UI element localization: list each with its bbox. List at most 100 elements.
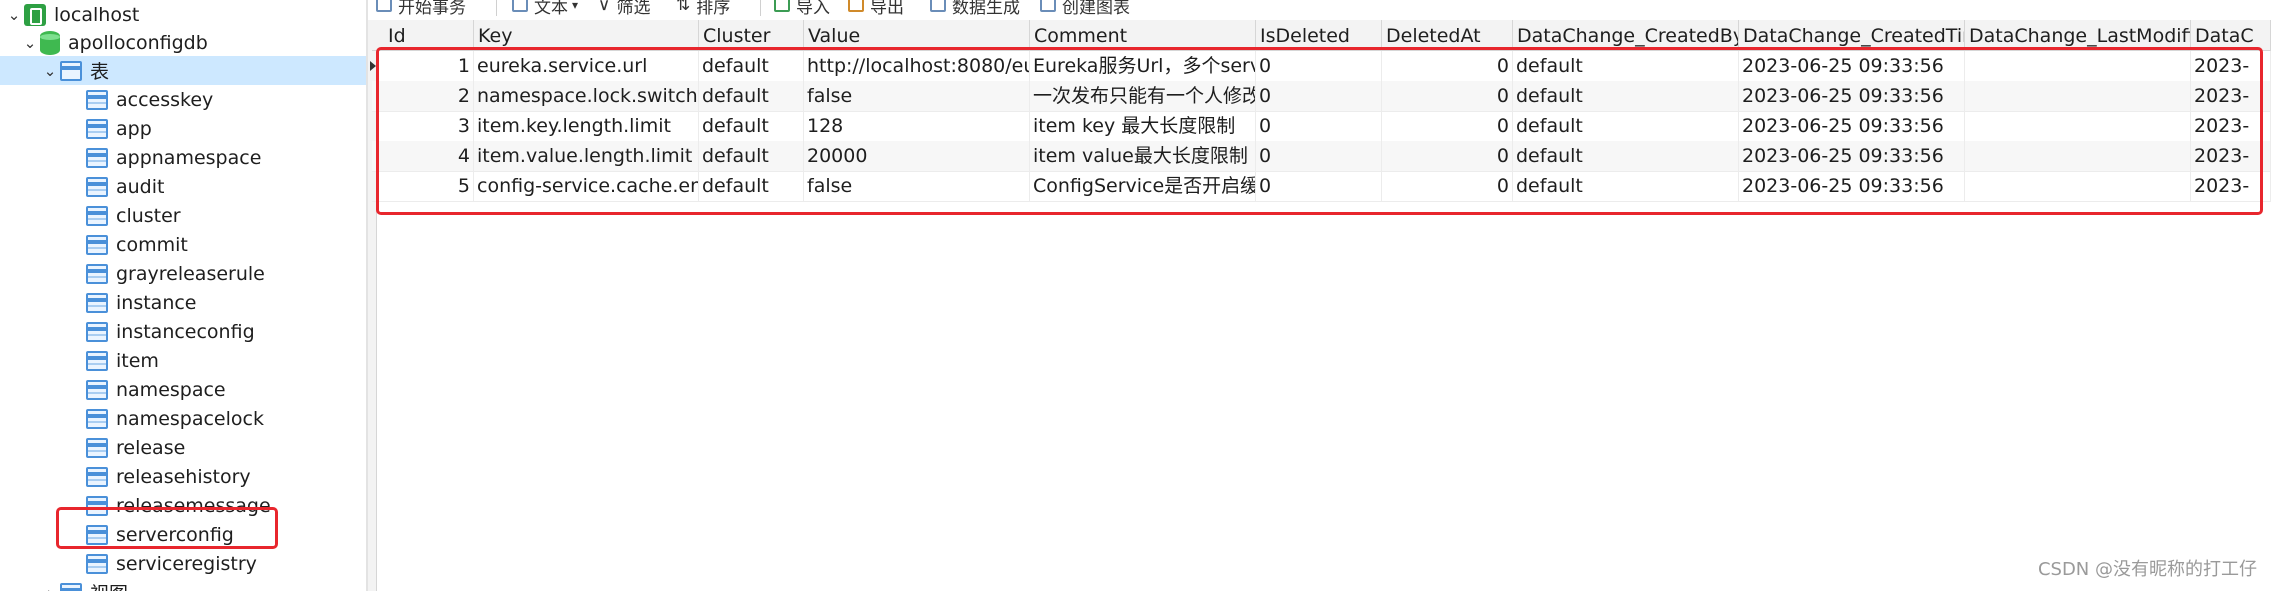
table-row[interactable]: 1 eureka.service.url default http://loca…	[370, 51, 2271, 82]
chevron-right-icon[interactable]: ›	[40, 584, 60, 591]
cell-isdeleted[interactable]: 0	[1256, 171, 1382, 201]
table-row[interactable]: 2 namespace.lock.switch default false 一次…	[372, 81, 2271, 112]
cell-createdby[interactable]: default	[1513, 141, 1739, 171]
chevron-down-icon[interactable]: ⌄	[40, 62, 60, 80]
column-header-comment[interactable]: Comment	[1030, 20, 1256, 50]
cell-createdby[interactable]: default	[1513, 111, 1739, 141]
cell-lastmodifiedby[interactable]	[1965, 171, 2191, 201]
tree-table-item[interactable]: appnamespace	[0, 143, 366, 172]
create-chart-button[interactable]: 创建图表	[1040, 0, 1130, 18]
cell-key[interactable]: config-service.cache.enabled	[474, 171, 699, 201]
tree-table-item[interactable]: instanceconfig	[0, 317, 366, 346]
cell-lasttime[interactable]: 2023-	[2191, 51, 2271, 81]
cell-createdtime[interactable]: 2023-06-25 09:33:56	[1739, 171, 1965, 201]
tree-table-item[interactable]: namespacelock	[0, 404, 366, 433]
column-header-datachange-lastmodifiedby[interactable]: DataChange_LastModifiedBy	[1965, 20, 2191, 50]
column-header-key[interactable]: Key	[474, 20, 699, 50]
column-header-cluster[interactable]: Cluster	[699, 20, 804, 50]
cell-createdtime[interactable]: 2023-06-25 09:33:56	[1739, 51, 1965, 81]
tree-views-folder[interactable]: › 视图	[0, 578, 366, 591]
table-row[interactable]: 3 item.key.length.limit default 128 item…	[372, 111, 2271, 142]
cell-key[interactable]: eureka.service.url	[474, 51, 699, 81]
tree-tables-folder[interactable]: ⌄ 表	[0, 56, 366, 85]
column-header-datachange-createdtime[interactable]: DataChange_CreatedTime	[1739, 20, 1965, 50]
tree-table-serverconfig[interactable]: serverconfig	[0, 520, 366, 549]
cell-lasttime[interactable]: 2023-	[2191, 81, 2271, 111]
tree-connection-localhost[interactable]: ⌄ localhost	[0, 0, 366, 29]
cell-isdeleted[interactable]: 0	[1256, 111, 1382, 141]
cell-key[interactable]: item.value.length.limit	[474, 141, 699, 171]
cell-deletedat[interactable]: 0	[1382, 141, 1513, 171]
cell-createdby[interactable]: default	[1513, 171, 1739, 201]
cell-id[interactable]: 1	[372, 51, 474, 81]
column-header-deletedat[interactable]: DeletedAt	[1382, 20, 1513, 50]
cell-comment[interactable]: item value最大长度限制	[1030, 141, 1256, 171]
tree-database-apolloconfigdb[interactable]: ⌄ apolloconfigdb	[0, 28, 366, 57]
cell-lasttime[interactable]: 2023-	[2191, 171, 2271, 201]
tree-table-item[interactable]: item	[0, 346, 366, 375]
cell-createdby[interactable]: default	[1513, 81, 1739, 111]
chevron-down-icon[interactable]: ⌄	[4, 6, 24, 24]
cell-id[interactable]: 3	[372, 111, 474, 141]
tree-table-item[interactable]: namespace	[0, 375, 366, 404]
begin-transaction-button[interactable]: 开始事务	[376, 0, 466, 18]
cell-comment[interactable]: item key 最大长度限制	[1030, 111, 1256, 141]
cell-id[interactable]: 5	[372, 171, 474, 201]
tree-table-item[interactable]: serviceregistry	[0, 549, 366, 578]
tree-table-item[interactable]: cluster	[0, 201, 366, 230]
cell-id[interactable]: 2	[372, 81, 474, 111]
chevron-down-icon[interactable]: ⌄	[20, 34, 40, 52]
tree-table-item[interactable]: releasehistory	[0, 462, 366, 491]
cell-createdtime[interactable]: 2023-06-25 09:33:56	[1739, 141, 1965, 171]
tree-table-item[interactable]: instance	[0, 288, 366, 317]
cell-id[interactable]: 4	[372, 141, 474, 171]
cell-cluster[interactable]: default	[699, 111, 804, 141]
cell-comment[interactable]: Eureka服务Url，多个service以英文逗号分隔	[1030, 51, 1256, 81]
cell-lasttime[interactable]: 2023-	[2191, 141, 2271, 171]
cell-createdtime[interactable]: 2023-06-25 09:33:56	[1739, 111, 1965, 141]
tree-table-item[interactable]: release	[0, 433, 366, 462]
column-header-value[interactable]: Value	[804, 20, 1030, 50]
cell-deletedat[interactable]: 0	[1382, 51, 1513, 81]
cell-isdeleted[interactable]: 0	[1256, 81, 1382, 111]
data-generation-button[interactable]: 数据生成	[930, 0, 1020, 18]
table-row[interactable]: 4 item.value.length.limit default 20000 …	[372, 141, 2271, 172]
cell-cluster[interactable]: default	[699, 171, 804, 201]
cell-value[interactable]: 20000	[804, 141, 1030, 171]
column-header-isdeleted[interactable]: IsDeleted	[1256, 20, 1382, 50]
cell-cluster[interactable]: default	[699, 141, 804, 171]
cell-value[interactable]: false	[804, 171, 1030, 201]
cell-value[interactable]: 128	[804, 111, 1030, 141]
cell-isdeleted[interactable]: 0	[1256, 51, 1382, 81]
cell-comment[interactable]: ConfigService是否开启缓存	[1030, 171, 1256, 201]
cell-deletedat[interactable]: 0	[1382, 81, 1513, 111]
column-header-datachange-createdby[interactable]: DataChange_CreatedBy	[1513, 20, 1739, 50]
cell-value[interactable]: http://localhost:8080/eureka/	[804, 51, 1030, 81]
cell-comment[interactable]: 一次发布只能有一个人修改开关	[1030, 81, 1256, 111]
filter-button[interactable]: ⊽ 筛选	[598, 0, 650, 18]
sort-button[interactable]: ⇅ 排序	[676, 0, 730, 18]
cell-value[interactable]: false	[804, 81, 1030, 111]
cell-lastmodifiedby[interactable]	[1965, 81, 2191, 111]
tree-table-item[interactable]: audit	[0, 172, 366, 201]
cell-key[interactable]: namespace.lock.switch	[474, 81, 699, 111]
cell-lastmodifiedby[interactable]	[1965, 141, 2191, 171]
cell-lastmodifiedby[interactable]	[1965, 111, 2191, 141]
tree-table-item[interactable]: accesskey	[0, 85, 366, 114]
tree-table-item[interactable]: releasemessage	[0, 491, 366, 520]
cell-cluster[interactable]: default	[699, 51, 804, 81]
tree-table-item[interactable]: grayreleaserule	[0, 259, 366, 288]
cell-key[interactable]: item.key.length.limit	[474, 111, 699, 141]
table-row[interactable]: 5 config-service.cache.enabled default f…	[372, 171, 2271, 202]
column-header-datachange-lasttime[interactable]: DataC	[2191, 20, 2271, 50]
text-view-button[interactable]: 文本 ▾	[512, 0, 578, 18]
cell-lastmodifiedby[interactable]	[1965, 51, 2191, 81]
cell-lasttime[interactable]: 2023-	[2191, 111, 2271, 141]
cell-isdeleted[interactable]: 0	[1256, 141, 1382, 171]
tree-table-item[interactable]: app	[0, 114, 366, 143]
tree-table-item[interactable]: commit	[0, 230, 366, 259]
cell-createdtime[interactable]: 2023-06-25 09:33:56	[1739, 81, 1965, 111]
cell-deletedat[interactable]: 0	[1382, 171, 1513, 201]
cell-deletedat[interactable]: 0	[1382, 111, 1513, 141]
cell-cluster[interactable]: default	[699, 81, 804, 111]
